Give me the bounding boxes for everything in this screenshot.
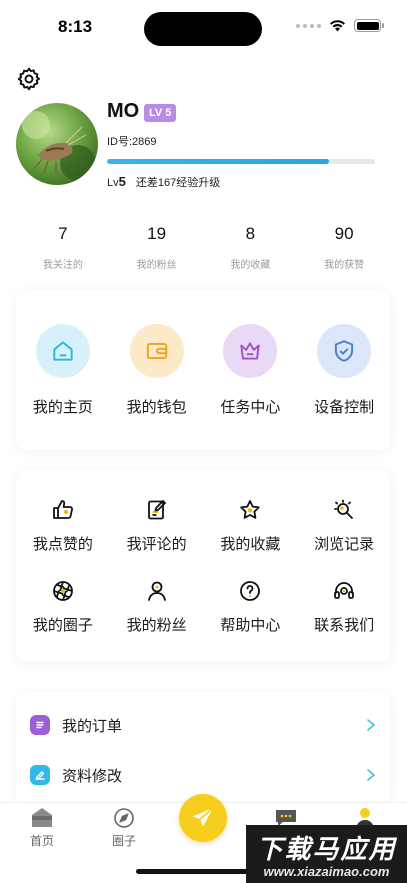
action-label: 浏览记录 — [314, 535, 375, 553]
action-my-favorites[interactable]: 我的收藏 — [204, 497, 298, 554]
stat-label: 我的获赞 — [324, 260, 365, 271]
tab-label: 圈子 — [111, 834, 136, 848]
stat-value: 7 — [58, 224, 68, 243]
avatar-image — [22, 111, 96, 181]
edit-profile-icon — [30, 765, 50, 785]
wallet-icon — [129, 324, 184, 378]
action-label: 我的主页 — [32, 398, 93, 416]
stats-row: 7 我关注的 19 我的粉丝 8 我的收藏 90 我的获赞 — [16, 224, 391, 271]
action-label: 我的圈子 — [32, 616, 93, 634]
settings-button[interactable] — [16, 66, 42, 92]
headset-icon — [331, 578, 357, 604]
stat-value: 90 — [334, 224, 354, 243]
battery-icon — [354, 19, 384, 32]
aperture-icon — [50, 578, 76, 604]
star-icon — [237, 497, 263, 523]
stat-following[interactable]: 7 我关注的 — [16, 224, 110, 271]
level-number: 5 — [118, 174, 126, 189]
action-label: 联系我们 — [314, 616, 375, 634]
level-info: Lv5 还差167经验升级 — [107, 174, 220, 190]
order-icon — [30, 715, 50, 735]
action-label: 我的钱包 — [126, 398, 187, 416]
watermark-title: 下载马应用 — [256, 835, 397, 865]
action-label: 我评论的 — [126, 535, 187, 553]
action-my-wallet[interactable]: 我的钱包 — [110, 324, 204, 417]
list-item-my-orders[interactable]: 我的订单 — [16, 700, 391, 750]
gear-icon — [17, 67, 41, 91]
stat-favorites[interactable]: 8 我的收藏 — [204, 224, 298, 271]
username: MO — [107, 100, 140, 122]
action-my-likes[interactable]: 我点赞的 — [16, 497, 110, 554]
signal-icon — [296, 23, 321, 28]
dynamic-island — [144, 12, 262, 46]
upgrade-text: 还差167经验升级 — [135, 177, 221, 189]
history-search-icon — [331, 497, 357, 523]
action-label: 我的粉丝 — [126, 616, 187, 634]
stat-label: 我的收藏 — [230, 260, 271, 271]
question-icon — [237, 578, 263, 604]
action-contact-us[interactable]: 联系我们 — [297, 578, 391, 635]
stat-label: 我关注的 — [42, 260, 83, 271]
action-label: 设备控制 — [314, 398, 375, 416]
send-icon — [192, 807, 214, 827]
comment-edit-icon — [144, 497, 170, 523]
list-item-label: 资料修改 — [62, 766, 123, 785]
thumbs-up-icon — [50, 497, 76, 523]
tab-label: 首页 — [29, 834, 54, 848]
action-my-circles[interactable]: 我的圈子 — [16, 578, 110, 635]
stat-label: 我的粉丝 — [136, 260, 177, 271]
action-my-homepage[interactable]: 我的主页 — [16, 324, 110, 417]
stat-value: 19 — [147, 224, 167, 243]
action-label: 我点赞的 — [32, 535, 93, 553]
home-tab-icon — [32, 808, 52, 827]
action-label: 任务中心 — [220, 398, 281, 416]
shield-icon — [317, 324, 372, 378]
stat-fans[interactable]: 19 我的粉丝 — [110, 224, 204, 271]
action-task-center[interactable]: 任务中心 — [204, 324, 298, 417]
status-bar: 8:13 — [0, 0, 407, 56]
home-icon — [35, 324, 90, 378]
crown-icon — [223, 324, 278, 378]
action-my-fans[interactable]: 我的粉丝 — [110, 578, 204, 635]
compass-icon — [114, 808, 134, 828]
action-help-center[interactable]: 帮助中心 — [204, 578, 298, 635]
action-my-comments[interactable]: 我评论的 — [110, 497, 204, 554]
tab-home[interactable]: 首页 — [12, 807, 72, 849]
status-icons — [296, 19, 384, 32]
stat-likes[interactable]: 90 我的获赞 — [297, 224, 391, 271]
level-prefix: Lv — [107, 177, 119, 189]
user-id: ID号:2869 — [107, 136, 157, 148]
primary-actions-card: 我的主页 我的钱包 任务中心 设备控制 — [16, 290, 391, 450]
tab-circle[interactable]: 圈子 — [94, 807, 154, 849]
action-label: 我的收藏 — [220, 535, 281, 553]
chevron-right-icon — [367, 769, 375, 781]
exp-progress-bar — [107, 159, 375, 164]
action-device-control[interactable]: 设备控制 — [297, 324, 391, 417]
chevron-right-icon — [367, 719, 375, 731]
watermark-url: www.xiazaimao.com — [263, 864, 390, 879]
list-item-edit-profile[interactable]: 资料修改 — [16, 750, 391, 800]
status-time: 8:13 — [58, 17, 93, 36]
watermark: 下载马应用 www.xiazaimao.com — [246, 825, 407, 883]
list-item-label: 我的订单 — [62, 716, 123, 735]
level-badge: LV 5 — [144, 104, 177, 122]
wifi-icon — [330, 20, 345, 32]
user-icon — [144, 578, 170, 604]
stat-value: 8 — [245, 224, 256, 243]
secondary-actions-card: 我点赞的 我评论的 我的收藏 浏览记录 我的圈子 我的粉丝 帮助中心 联系我们 — [16, 470, 391, 662]
action-label: 帮助中心 — [220, 616, 281, 634]
settings-list-card: 我的订单 资料修改 — [16, 692, 391, 804]
avatar[interactable] — [16, 103, 98, 185]
level-current: Lv5 — [107, 174, 126, 189]
action-browse-history[interactable]: 浏览记录 — [297, 497, 391, 554]
publish-button[interactable] — [179, 794, 227, 842]
exp-progress-fill — [107, 159, 330, 164]
